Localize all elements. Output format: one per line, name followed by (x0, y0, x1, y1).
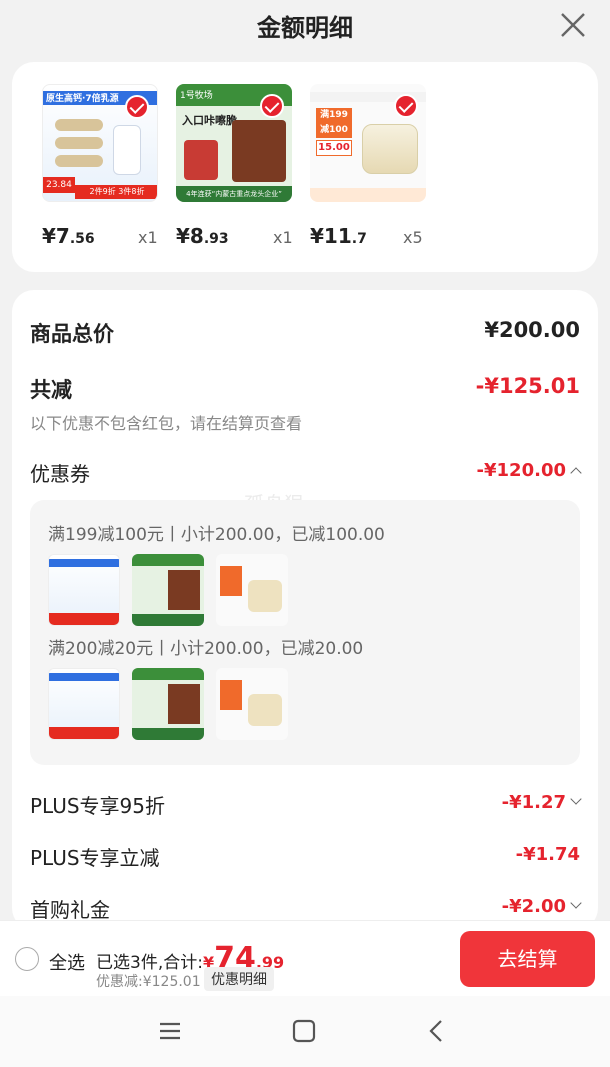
product-promo-text: 满199减100 (316, 108, 352, 138)
coupon-product-thumb (216, 668, 288, 740)
product-image-cream[interactable]: 满199减100 15.00 (310, 84, 426, 202)
discount-note: 以下优惠不包含红包，请在结算页查看 (30, 414, 303, 433)
product-badge-promo: 2件9折 3件8折 (75, 185, 157, 199)
selected-check-icon (125, 95, 149, 119)
coupon-label: 优惠券 (30, 462, 90, 486)
coupon-product-thumb (48, 554, 120, 626)
first-purchase-value: -¥2.00 (501, 896, 566, 917)
product-banner-text: 原生高钙·7倍乳源 (46, 94, 119, 104)
plus-discount-value: -¥1.27 (501, 792, 566, 813)
discount-total-value: -¥125.01 (475, 374, 580, 398)
selected-check-icon (394, 94, 418, 118)
coupon-group-title: 满200减20元丨小计200.00，已减20.00 (48, 639, 364, 659)
checkout-bar: 全选 已选3件,合计:¥74.99 优惠减:¥125.01 优惠明细 去结算 (0, 920, 610, 996)
coupon-product-thumb (48, 668, 120, 740)
chevron-down-icon (570, 897, 582, 909)
coupon-detail-box: 满199减100元丨小计200.00，已减100.00 满200减20元丨小计2… (30, 500, 580, 765)
coupon-value: -¥120.00 (476, 460, 566, 481)
discount-total-label: 共减 (30, 378, 72, 402)
product-slogan-text: 入口咔嚓脆 (182, 114, 237, 127)
first-purchase-label: 首购礼金 (30, 898, 110, 922)
product-image-jerky[interactable]: 1号牧场 入口咔嚓脆 4年连获“内蒙古重点龙头企业” (176, 84, 292, 202)
back-icon[interactable] (422, 1016, 452, 1046)
header: 金额明细 (0, 0, 610, 52)
selected-count-text: 已选3件,合计: (96, 953, 203, 973)
select-all-radio[interactable] (15, 947, 39, 971)
plus-instant-value: -¥1.74 (515, 844, 580, 865)
coupon-product-thumb (216, 554, 288, 626)
product-award-text: 4年连获“内蒙古重点龙头企业” (176, 186, 292, 202)
coupon-product-thumb (132, 668, 204, 740)
checkout-button[interactable]: 去结算 (460, 931, 595, 987)
total-price-label: 商品总价 (30, 322, 114, 346)
page-title: 金额明细 (257, 14, 353, 42)
discount-detail-button[interactable]: 优惠明细 (204, 967, 274, 991)
product-badge-price: 23.84 (43, 177, 75, 193)
product-price: ¥8.93 (176, 224, 229, 248)
menu-icon[interactable] (155, 1016, 185, 1046)
product-price: ¥11.7 (310, 224, 367, 248)
product-qty: x1 (273, 228, 293, 247)
product-qty: x5 (403, 228, 423, 247)
close-icon[interactable] (558, 10, 588, 40)
total-price-value: ¥200.00 (484, 318, 580, 342)
selected-check-icon (260, 94, 284, 118)
first-purchase-toggle[interactable]: -¥2.00 (501, 896, 582, 917)
coupon-toggle[interactable]: -¥120.00 (476, 460, 582, 481)
product-summary-card: 原生高钙·7倍乳源 23.84 2件9折 3件8折 1号牧场 入口咔嚓脆 4年连… (12, 62, 598, 272)
select-all-label[interactable]: 全选 (49, 949, 85, 975)
plus-discount-label: PLUS专享95折 (30, 794, 165, 818)
saved-amount: 优惠减:¥125.01 (96, 974, 201, 990)
system-nav-bar (0, 996, 610, 1067)
product-qty: x1 (138, 228, 158, 247)
coupon-group-title: 满199减100元丨小计200.00，已减100.00 (48, 525, 385, 545)
chevron-up-icon (570, 467, 582, 479)
product-price: ¥7.56 (42, 224, 95, 248)
product-brand-text: 1号牧场 (180, 91, 213, 101)
home-icon[interactable] (289, 1016, 319, 1046)
plus-instant-label: PLUS专享立减 (30, 846, 160, 870)
chevron-down-icon (570, 793, 582, 805)
product-price-tag: 15.00 (316, 140, 352, 156)
coupon-product-thumb (132, 554, 204, 626)
plus-discount-toggle[interactable]: -¥1.27 (501, 792, 582, 813)
price-details-card: 商品总价 ¥200.00 共减 -¥125.01 以下优惠不包含红包，请在结算页… (12, 290, 598, 930)
product-image-milk[interactable]: 原生高钙·7倍乳源 23.84 2件9折 3件8折 (42, 84, 158, 202)
